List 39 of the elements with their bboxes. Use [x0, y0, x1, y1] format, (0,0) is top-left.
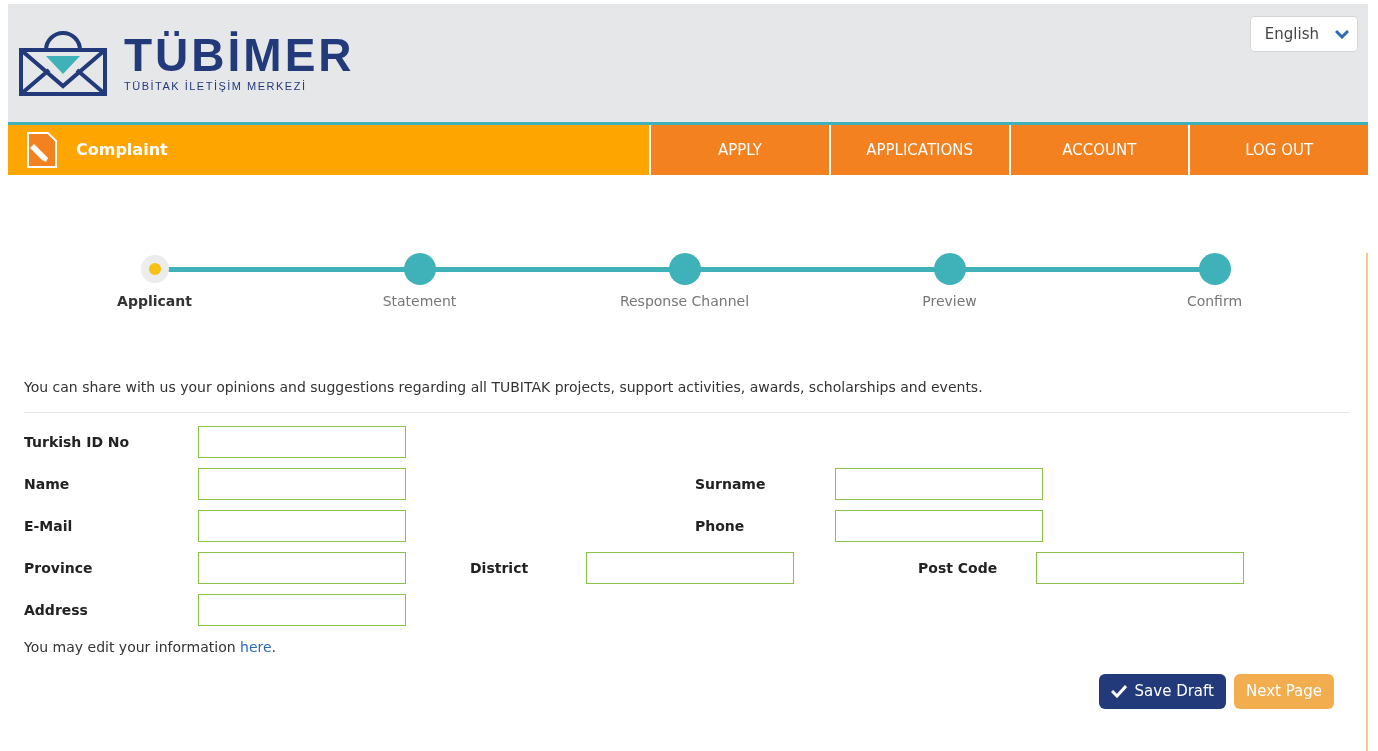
field-label: Surname: [695, 474, 767, 494]
field-label: District: [470, 558, 530, 578]
input-field[interactable]: [1036, 552, 1244, 584]
step-label: Applicant: [117, 292, 192, 311]
input-field[interactable]: [198, 468, 406, 500]
language-dropdown[interactable]: English: [1249, 16, 1358, 52]
envelope-logo-icon: [18, 30, 108, 96]
field-label: Post Code: [918, 558, 999, 578]
field-label: Turkish ID No: [24, 432, 131, 452]
input-field[interactable]: [198, 510, 406, 542]
field-label: Name: [24, 474, 71, 494]
field-label: Phone: [695, 516, 746, 536]
input-field[interactable]: [835, 510, 1043, 542]
field-label: Province: [24, 558, 94, 578]
logo-title: TÜBİMER: [124, 31, 355, 78]
nav-tab[interactable]: APPLY: [649, 125, 829, 175]
save-draft-button[interactable]: Save Draft: [1098, 674, 1226, 709]
input-field[interactable]: [198, 594, 406, 626]
nav-tab[interactable]: LOG OUT: [1188, 125, 1368, 175]
field-label: Address: [24, 600, 89, 620]
field-label: E-Mail: [24, 516, 74, 536]
edit-link[interactable]: here: [240, 639, 272, 655]
step-label: Statement: [382, 292, 457, 311]
next-page-button[interactable]: Next Page: [1233, 674, 1334, 709]
step-label: Response Channel: [619, 292, 750, 311]
edit-note: You may edit your information here.: [24, 638, 278, 657]
step-label: Preview: [922, 292, 977, 311]
input-field[interactable]: [835, 468, 1043, 500]
input-field[interactable]: [198, 552, 406, 584]
intro-text: You can share with us your opinions and suggestions regarding all TUBITAK projects, support activities, awards, scholarships and events.: [24, 377, 1350, 413]
chevron-down-icon: [1335, 29, 1349, 39]
input-field[interactable]: [198, 426, 406, 458]
logo-subtitle: TÜBİTAK İLETİŞİM MERKEZİ: [124, 78, 308, 94]
nav-tab[interactable]: APPLICATIONS: [828, 125, 1009, 175]
input-field[interactable]: [586, 552, 794, 584]
checkmark-icon: [1110, 684, 1127, 699]
section-title: Complaint: [76, 139, 168, 161]
step-label: Confirm: [1186, 292, 1243, 311]
nav-tab[interactable]: ACCOUNT: [1008, 125, 1189, 175]
